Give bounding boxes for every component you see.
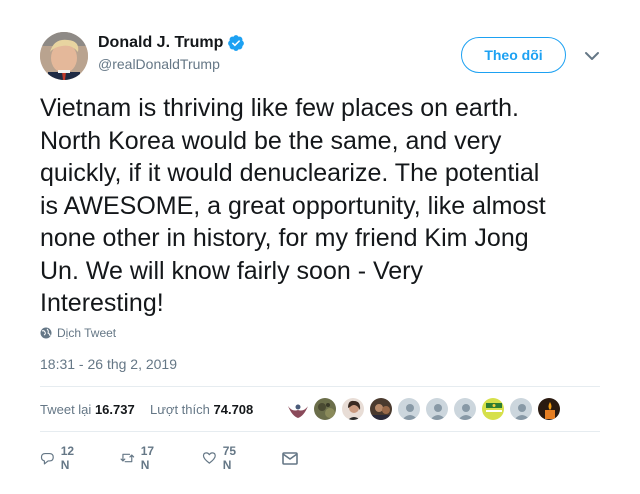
like-count: 75 N [222, 444, 237, 472]
liker-avatars [285, 397, 561, 423]
translate-tweet-link[interactable]: Dịch Tweet [40, 326, 116, 340]
tweet-timestamp[interactable]: 18:31 - 26 thg 2, 2019 [40, 356, 177, 372]
liker-avatar-photo-icon[interactable] [369, 397, 393, 421]
profile-photo-icon [40, 32, 88, 80]
liker-avatar-camo-icon[interactable] [313, 397, 337, 421]
direct-message-button[interactable] [280, 448, 300, 468]
author-avatar[interactable] [40, 32, 88, 80]
author-info: Donald J. Trump @realDonaldTrump [98, 34, 245, 72]
liker-avatar-person-icon[interactable] [341, 397, 365, 421]
tweet-text: Vietnam is thriving like few places on e… [40, 94, 546, 317]
envelope-icon [282, 452, 298, 465]
retweet-stat[interactable]: Tweet lại 16.737 [40, 402, 135, 417]
liker-avatar-default-icon[interactable] [425, 397, 449, 421]
like-stat-count: 74.708 [213, 402, 254, 417]
retweet-stat-label: Tweet lại [40, 402, 92, 417]
tweet-header: Donald J. Trump @realDonaldTrump Theo dõ… [0, 0, 640, 100]
liker-avatar-default-icon[interactable] [397, 397, 421, 421]
globe-icon [40, 327, 52, 339]
like-stat[interactable]: Lượt thích 74.708 [150, 402, 253, 417]
retweet-icon [120, 453, 135, 463]
chevron-down-icon[interactable] [582, 46, 602, 66]
author-name[interactable]: Donald J. Trump [98, 34, 245, 52]
translate-label: Dịch Tweet [57, 326, 117, 340]
reply-button[interactable]: 12 N [40, 444, 79, 472]
like-button[interactable]: 75 N [202, 444, 241, 472]
follow-button[interactable]: Theo dõi [461, 37, 566, 73]
liker-avatar-default-icon[interactable] [509, 397, 533, 421]
author-handle[interactable]: @realDonaldTrump [98, 56, 245, 72]
heart-icon [202, 452, 216, 464]
reply-count: 12 N [60, 444, 75, 472]
retweet-stat-count: 16.737 [94, 402, 135, 417]
liker-avatar-candle-icon[interactable] [537, 397, 561, 421]
liker-avatar-eagle-icon[interactable] [285, 397, 309, 421]
tweet-stats: Tweet lại 16.737 Lượt thích 74.708 [40, 386, 600, 432]
author-name-text: Donald J. Trump [98, 34, 224, 51]
retweet-button[interactable]: 17 N [120, 444, 159, 472]
reply-icon [40, 453, 54, 465]
liker-avatar-default-icon[interactable] [453, 397, 477, 421]
retweet-count: 17 N [140, 444, 155, 472]
liker-avatar-flag-icon[interactable] [481, 397, 505, 421]
verified-badge-icon [228, 35, 245, 51]
like-stat-label: Lượt thích [150, 402, 210, 417]
